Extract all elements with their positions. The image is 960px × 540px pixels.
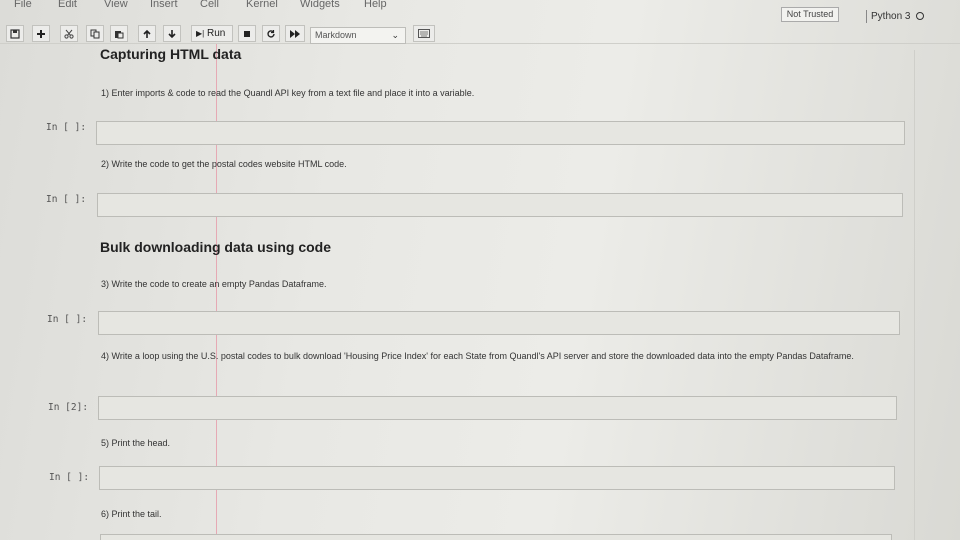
menu-view[interactable]: View — [104, 0, 128, 10]
kernel-name: Python 3 — [871, 11, 911, 22]
paste-icon — [115, 31, 124, 39]
code-cell-1[interactable] — [96, 121, 905, 145]
menu-kernel[interactable]: Kernel — [246, 0, 278, 10]
step-1-text: 1) Enter imports & code to read the Quan… — [101, 88, 475, 98]
step-2-text: 2) Write the code to get the postal code… — [101, 159, 347, 169]
step-4-text: 4) Write a loop using the U.S. postal co… — [101, 351, 854, 361]
cell-type-value: Markdown — [315, 30, 357, 40]
step-6-text: 6) Print the tail. — [101, 509, 162, 519]
copy-button[interactable] — [86, 25, 104, 42]
code-cell-3[interactable] — [98, 311, 900, 335]
code-cell-6[interactable] — [100, 534, 892, 540]
command-palette-button[interactable] — [413, 25, 435, 42]
cut-button[interactable] — [60, 25, 78, 42]
menu-file[interactable]: File — [14, 0, 32, 10]
save-icon — [10, 29, 20, 39]
save-button[interactable] — [6, 25, 24, 42]
step-5-text: 5) Print the head. — [101, 438, 171, 448]
copy-icon — [90, 29, 100, 39]
arrow-up-icon — [143, 29, 151, 38]
paste-button[interactable] — [110, 25, 128, 42]
section-heading-capturing: Capturing HTML data — [100, 46, 242, 62]
cell-prompt-4: In [2]: — [48, 402, 89, 413]
move-up-button[interactable] — [138, 25, 156, 42]
interrupt-button[interactable] — [238, 25, 256, 42]
menu-insert[interactable]: Insert — [150, 0, 178, 10]
restart-kernel-button[interactable] — [262, 25, 280, 42]
code-cell-2[interactable] — [97, 193, 903, 217]
restart-run-all-button[interactable] — [285, 25, 305, 42]
trust-status-button[interactable]: Not Trusted — [781, 7, 839, 22]
menu-cell[interactable]: Cell — [200, 0, 219, 10]
cell-prompt-3: In [ ]: — [47, 314, 88, 325]
run-label: Run — [207, 28, 226, 39]
keyboard-icon — [418, 29, 430, 38]
notebook-right-edge — [914, 50, 915, 540]
cell-prompt-5: In [ ]: — [49, 472, 90, 483]
kernel-idle-indicator-icon — [916, 12, 925, 20]
toolbar: ▶| Run — [0, 24, 960, 44]
move-down-button[interactable] — [163, 25, 181, 42]
cell-prompt-1: In [ ]: — [46, 122, 87, 133]
menu-edit[interactable]: Edit — [58, 0, 77, 10]
cell-type-select[interactable]: Markdown ⌄ — [310, 27, 406, 44]
cut-icon — [64, 29, 74, 39]
section-heading-bulk: Bulk downloading data using code — [100, 239, 332, 255]
step-3-text: 3) Write the code to create an empty Pan… — [101, 279, 327, 289]
run-icon: ▶| — [196, 29, 205, 38]
run-button[interactable]: ▶| Run — [191, 25, 233, 42]
chevron-down-icon: ⌄ — [391, 30, 399, 40]
plus-icon — [37, 30, 45, 38]
fast-forward-icon — [290, 30, 300, 38]
kernel-status[interactable]: Python 3 — [866, 10, 925, 23]
menu-widgets[interactable]: Widgets — [300, 0, 340, 10]
arrow-down-icon — [168, 30, 176, 39]
code-cell-4[interactable] — [98, 396, 897, 420]
code-cell-5[interactable] — [99, 466, 895, 490]
add-cell-button[interactable] — [32, 25, 50, 42]
restart-icon — [267, 30, 275, 38]
cell-prompt-2: In [ ]: — [46, 194, 87, 205]
menu-help[interactable]: Help — [364, 0, 387, 10]
stop-icon — [244, 31, 250, 37]
